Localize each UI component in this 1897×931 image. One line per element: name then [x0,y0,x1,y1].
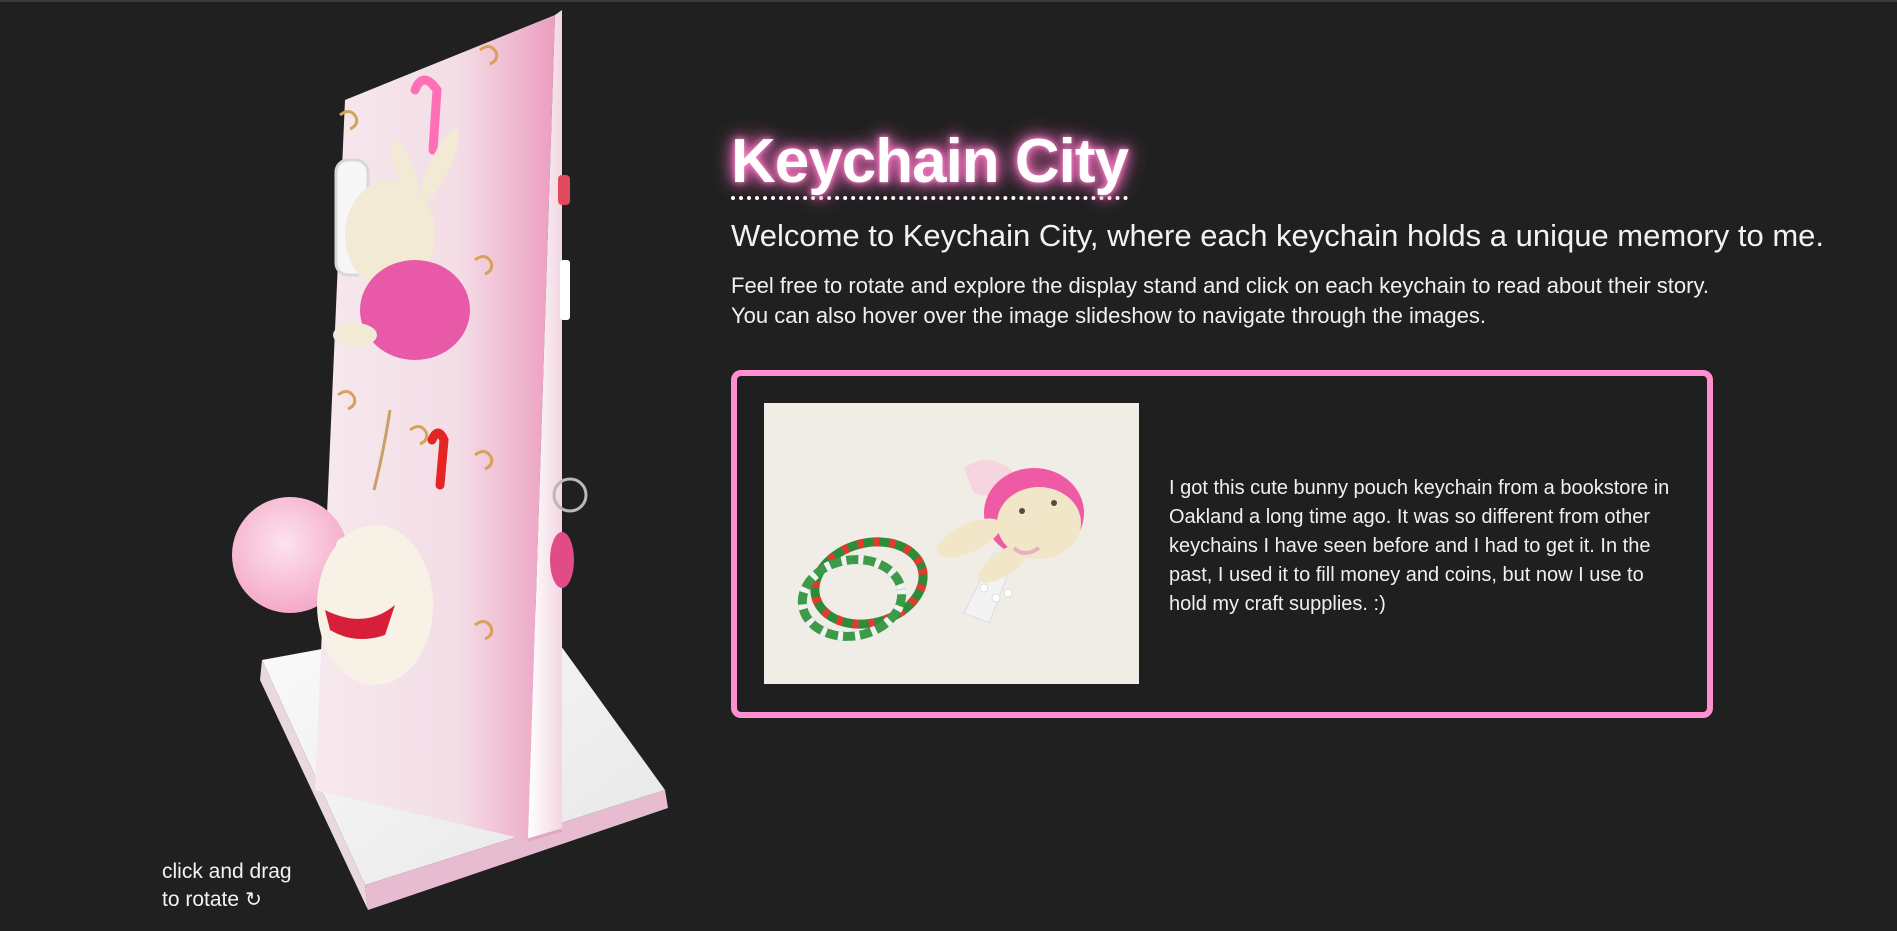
display-stand-illustration [232,10,668,910]
page-title: Keychain City [731,128,1129,200]
rotate-hint: click and drag to rotate ↻ [162,858,362,914]
intro-text: Feel free to rotate and explore the disp… [731,273,1709,328]
rotate-hint-line2: to rotate [162,888,240,911]
display-stand-viewer[interactable] [150,0,710,931]
keychain-story-card: I got this cute bunny pouch keychain fro… [731,370,1713,718]
side-pink-keychain [550,532,574,588]
rotate-icon: ↻ [245,889,262,911]
page-subtitle: Welcome to Keychain City, where each key… [731,218,1824,253]
rotate-hint-line1: click and drag [162,860,292,883]
slideshow-image [764,403,1139,684]
keychain-story-text: I got this cute bunny pouch keychain fro… [1169,477,1670,615]
image-slideshow[interactable] [764,403,1139,684]
